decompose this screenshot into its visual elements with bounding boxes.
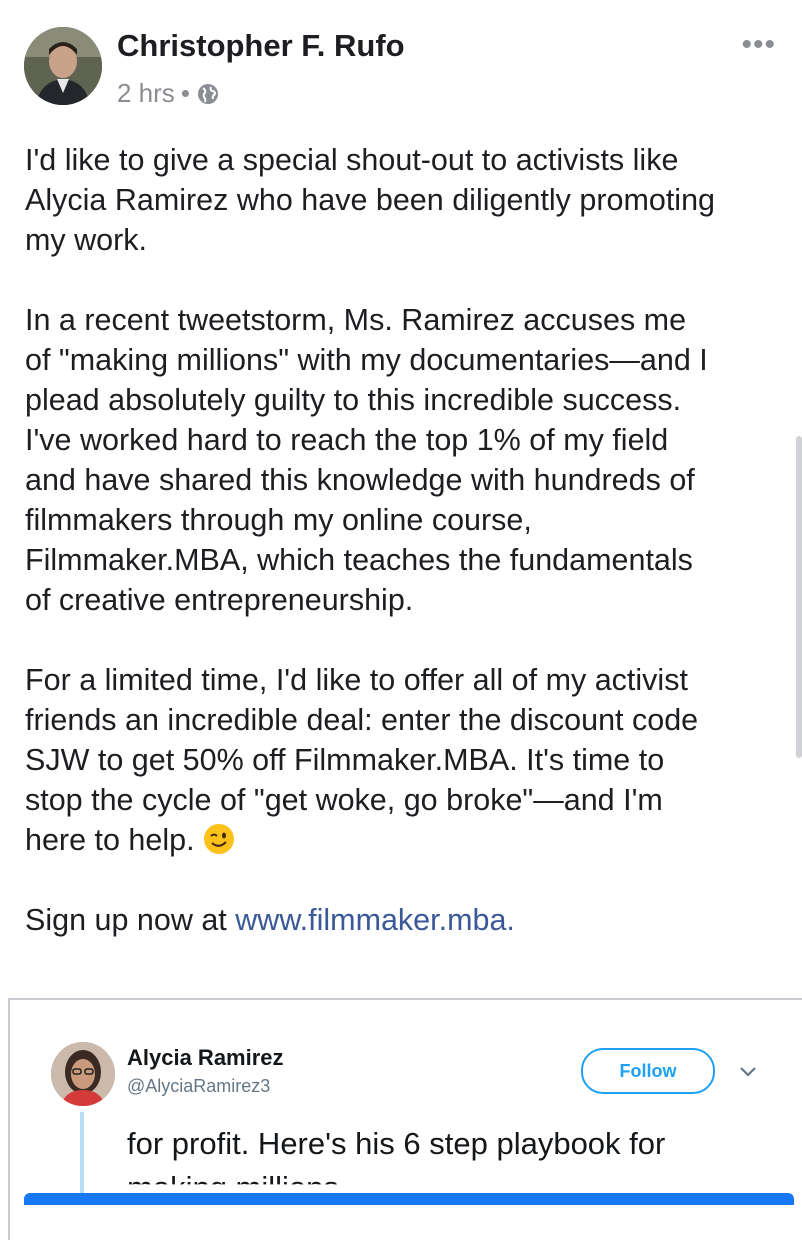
post-line-text: here to help. (25, 823, 195, 857)
tweet-avatar[interactable] (51, 1042, 115, 1106)
signup-paragraph: Sign up now at www.filmmaker.mba. (25, 900, 790, 940)
post-line: For a limited time, I'd like to offer al… (25, 663, 688, 697)
scrollbar-handle[interactable] (796, 436, 802, 758)
meta-separator: • (180, 78, 190, 108)
post-line: here to help. (25, 820, 790, 860)
post-line: friends an incredible deal: enter the di… (25, 703, 699, 737)
post-time[interactable]: 2 hrs (117, 78, 175, 109)
thread-line (80, 1112, 84, 1202)
post-paragraph: I'd like to give a special shout-out to … (25, 140, 790, 260)
post-body: I'd like to give a special shout-out to … (25, 140, 790, 980)
post-line: I'd like to give a special shout-out to … (25, 143, 679, 177)
post-line: stop the cycle of "get woke, go broke"—a… (25, 783, 663, 817)
tweet-author-name[interactable]: Alycia Ramirez (127, 1045, 284, 1071)
more-options-icon[interactable]: ••• (741, 28, 776, 62)
post-line: filmmakers through my online course, (25, 503, 532, 537)
post-paragraph: For a limited time, I'd like to offer al… (25, 660, 790, 860)
chevron-down-icon[interactable] (735, 1058, 761, 1084)
post-line: plead absolutely guilty to this incredib… (25, 383, 682, 417)
winking-face-emoji (204, 824, 235, 854)
tweet-author-handle[interactable]: @AlyciaRamirez3 (127, 1076, 270, 1097)
post-line: Alycia Ramirez who have been diligently … (25, 183, 715, 217)
follow-button[interactable]: Follow (581, 1048, 715, 1094)
post-line: of "making millions" with my documentari… (25, 343, 708, 377)
bottom-blue-bar (24, 1193, 794, 1205)
post-meta: 2 hrs • (117, 78, 220, 109)
author-name[interactable]: Christopher F. Rufo (117, 28, 405, 64)
signup-link[interactable]: www.filmmaker.mba. (235, 903, 515, 937)
signup-text: Sign up now at (25, 903, 236, 937)
globe-icon (197, 83, 218, 104)
post-line: of creative entrepreneurship. (25, 583, 414, 617)
post-paragraph: In a recent tweetstorm, Ms. Ramirez accu… (25, 300, 790, 620)
author-avatar[interactable] (24, 27, 102, 105)
post-line: I've worked hard to reach the top 1% of … (25, 423, 669, 457)
tweet-text: for profit. Here's his 6 step playbook f… (127, 1126, 666, 1161)
post-line: SJW to get 50% off Filmmaker.MBA. It's t… (25, 743, 665, 777)
post-line: In a recent tweetstorm, Ms. Ramirez accu… (25, 303, 687, 337)
post-line: and have shared this knowledge with hund… (25, 463, 695, 497)
post-line: my work. (25, 223, 147, 257)
post-line: Filmmaker.MBA, which teaches the fundame… (25, 543, 693, 577)
